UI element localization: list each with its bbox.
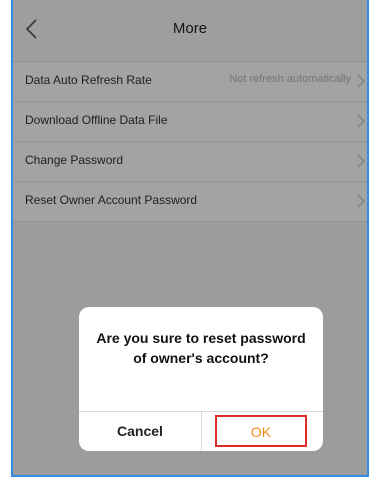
ok-button[interactable]: OK <box>215 415 307 447</box>
dialog-button-divider <box>201 411 202 451</box>
phone-frame: More Data Auto Refresh Rate Not refresh … <box>11 0 369 477</box>
confirm-dialog: Are you sure to reset password of owner'… <box>79 307 323 451</box>
dialog-message: Are you sure to reset password of owner'… <box>96 330 306 366</box>
cancel-button[interactable]: Cancel <box>79 412 201 451</box>
